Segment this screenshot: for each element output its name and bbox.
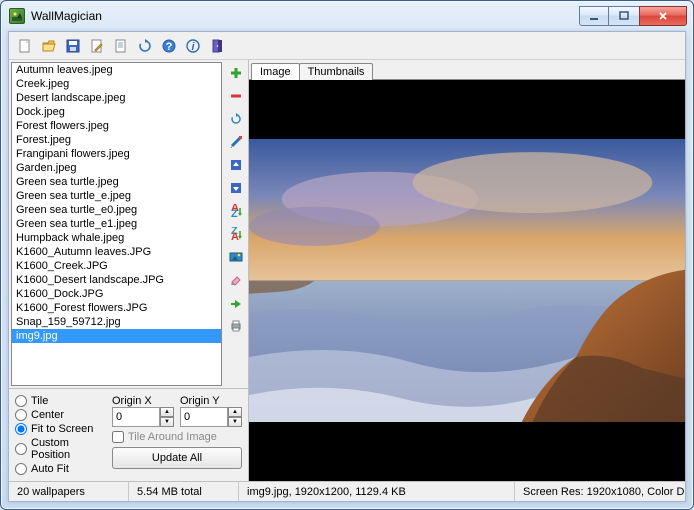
origin-x-label: Origin X xyxy=(112,395,174,407)
spin-down-icon[interactable]: ▼ xyxy=(228,417,242,427)
set-wallpaper-icon[interactable] xyxy=(227,248,245,266)
move-down-icon[interactable] xyxy=(227,179,245,197)
tile-around-checkbox[interactable]: Tile Around Image xyxy=(112,431,242,443)
left-panel: Autumn leaves.jpegCreek.jpegDesert lands… xyxy=(9,60,249,481)
tab-image[interactable]: Image xyxy=(251,63,300,80)
sort-desc-icon[interactable]: ZA xyxy=(227,225,245,243)
main-toolbar: ? i xyxy=(9,32,685,60)
file-item[interactable]: Autumn leaves.jpeg xyxy=(12,63,221,77)
position-radio[interactable]: Tile xyxy=(15,395,102,407)
remove-icon[interactable] xyxy=(227,87,245,105)
layout-options: Tile Center Fit to Screen Custom Position Au… xyxy=(9,388,248,481)
file-item[interactable]: Humpback whale.jpeg xyxy=(12,231,221,245)
info-icon[interactable]: i xyxy=(183,36,203,56)
preview-tabs: ImageThumbnails xyxy=(249,60,685,80)
file-item[interactable]: Desert landscape.jpeg xyxy=(12,91,221,105)
file-item[interactable]: Garden.jpeg xyxy=(12,161,221,175)
client-area: ? i Autumn leaves.jpegCreek.jpegDesert l… xyxy=(8,31,686,502)
origin-y-input[interactable]: ▲▼ xyxy=(180,407,242,427)
file-item[interactable]: Green sea turtle_e1.jpeg xyxy=(12,217,221,231)
origin-y-label: Origin Y xyxy=(180,395,242,407)
preview-image xyxy=(249,139,685,422)
position-radio[interactable]: Auto Fit xyxy=(15,463,102,475)
update-all-button[interactable]: Update All xyxy=(112,447,242,469)
file-item[interactable]: K1600_Creek.JPG xyxy=(12,259,221,273)
app-window: WallMagician ? i Autumn leaves.jpegCreek… xyxy=(0,0,694,510)
file-list[interactable]: Autumn leaves.jpegCreek.jpegDesert lands… xyxy=(11,62,222,386)
status-size: 5.54 MB total xyxy=(129,482,239,501)
position-radio[interactable]: Fit to Screen xyxy=(15,423,102,435)
draw-icon[interactable] xyxy=(227,133,245,151)
rotate-icon[interactable] xyxy=(227,110,245,128)
side-toolbar: AZ ZA xyxy=(224,60,248,388)
sort-asc-icon[interactable]: AZ xyxy=(227,202,245,220)
file-item[interactable]: Green sea turtle_e0.jpeg xyxy=(12,203,221,217)
file-item[interactable]: Snap_159_59712.jpg xyxy=(12,315,221,329)
spin-up-icon[interactable]: ▲ xyxy=(228,407,242,417)
file-item[interactable]: K1600_Dock.JPG xyxy=(12,287,221,301)
file-item[interactable]: Green sea turtle.jpeg xyxy=(12,175,221,189)
right-panel: ImageThumbnails xyxy=(249,60,685,481)
edit-icon[interactable] xyxy=(87,36,107,56)
file-item[interactable]: Green sea turtle_e.jpeg xyxy=(12,189,221,203)
status-bar: 20 wallpapers 5.54 MB total img9.jpg, 19… xyxy=(9,481,685,501)
exit-icon[interactable] xyxy=(207,36,227,56)
window-title: WallMagician xyxy=(31,9,579,23)
save-icon[interactable] xyxy=(63,36,83,56)
image-preview xyxy=(249,80,685,481)
open-icon[interactable] xyxy=(39,36,59,56)
status-current: img9.jpg, 1920x1200, 1129.4 KB xyxy=(239,482,515,501)
svg-text:Z: Z xyxy=(231,208,238,218)
status-screen: Screen Res: 1920x1080, Color D xyxy=(515,482,685,501)
file-item[interactable]: K1600_Autumn leaves.JPG xyxy=(12,245,221,259)
file-item[interactable]: Frangipani flowers.jpeg xyxy=(12,147,221,161)
titlebar: WallMagician xyxy=(1,1,693,31)
refresh-icon[interactable] xyxy=(135,36,155,56)
position-radio[interactable]: Custom Position xyxy=(15,437,102,461)
file-item[interactable]: K1600_Desert landscape.JPG xyxy=(12,273,221,287)
file-item[interactable]: Forest.jpeg xyxy=(12,133,221,147)
add-icon[interactable] xyxy=(227,64,245,82)
new-icon[interactable] xyxy=(15,36,35,56)
apply-icon[interactable] xyxy=(227,294,245,312)
maximize-button[interactable] xyxy=(609,6,639,26)
position-radios: Tile Center Fit to Screen Custom Position Au… xyxy=(15,395,102,475)
file-item[interactable]: K1600_Forest flowers.JPG xyxy=(12,301,221,315)
print-icon[interactable] xyxy=(227,317,245,335)
spin-down-icon[interactable]: ▼ xyxy=(160,417,174,427)
file-item[interactable]: Forest flowers.jpeg xyxy=(12,119,221,133)
app-icon xyxy=(9,8,25,24)
tab-thumbnails[interactable]: Thumbnails xyxy=(299,63,374,80)
file-item[interactable]: Dock.jpeg xyxy=(12,105,221,119)
origin-x-input[interactable]: ▲▼ xyxy=(112,407,174,427)
minimize-button[interactable] xyxy=(579,6,609,26)
close-button[interactable] xyxy=(639,6,687,26)
svg-text:A: A xyxy=(231,231,239,241)
file-item[interactable]: img9.jpg xyxy=(12,329,221,343)
move-up-icon[interactable] xyxy=(227,156,245,174)
clear-icon[interactable] xyxy=(227,271,245,289)
spin-up-icon[interactable]: ▲ xyxy=(160,407,174,417)
position-radio[interactable]: Center xyxy=(15,409,102,421)
status-count: 20 wallpapers xyxy=(9,482,129,501)
svg-text:?: ? xyxy=(166,41,173,53)
help-icon[interactable]: ? xyxy=(159,36,179,56)
page-icon[interactable] xyxy=(111,36,131,56)
file-item[interactable]: Creek.jpeg xyxy=(12,77,221,91)
